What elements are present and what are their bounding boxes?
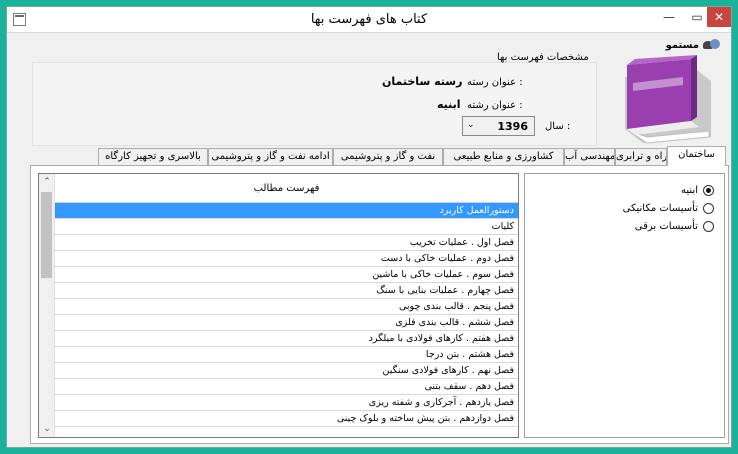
- category-tabs: ساختمان راه و ترابری مهندسی آب کشاورزی و…: [98, 146, 728, 166]
- radio-button[interactable]: [703, 220, 714, 232]
- close-button[interactable]: ✕: [707, 7, 731, 27]
- window-title: کتاب های فهرست بها: [310, 12, 428, 27]
- option-label: ابنیه: [681, 184, 698, 196]
- list-item[interactable]: فصل ششم . قالب بندی فلزی: [55, 315, 518, 331]
- tab-overhead-workshop[interactable]: بالاسری و تجهیز کارگاه: [98, 148, 208, 165]
- tab-roads[interactable]: راه و ترابری: [615, 148, 667, 165]
- tab-construction[interactable]: ساختمان: [667, 146, 726, 166]
- list-item[interactable]: کلیات: [55, 219, 518, 235]
- list-item[interactable]: فصل هفتم . کارهای فولادی با میلگرد: [55, 331, 518, 347]
- option-buildings[interactable]: ابنیه: [681, 182, 714, 198]
- book-icon: [625, 55, 711, 144]
- title-bar: کتاب های فهرست بها — ▭ ✕: [7, 7, 731, 33]
- contents-list[interactable]: ⌃ ⌄ فهرست مطالب دستورالعمل کاربرد کلیات فص…: [38, 173, 519, 438]
- year-value: 1396: [497, 120, 528, 133]
- radio-button[interactable]: [703, 202, 714, 214]
- list-item[interactable]: فصل اول . عملیات تخریب: [55, 235, 518, 251]
- option-electrical[interactable]: تأسیسات برقی: [635, 218, 714, 234]
- main-window: کتاب های فهرست بها — ▭ ✕ مستمو مشخصات فه…: [6, 6, 732, 448]
- year-label: سال :: [545, 121, 571, 132]
- radio-button[interactable]: [703, 184, 714, 196]
- option-label: تأسیسات مکانیکی: [622, 202, 698, 214]
- branch-value: ابنیه: [437, 98, 461, 111]
- scroll-thumb[interactable]: [41, 192, 52, 278]
- list-item[interactable]: فصل دوم . عملیات خاکی با دست: [55, 251, 518, 267]
- vertical-scrollbar[interactable]: ⌃ ⌄: [39, 174, 55, 437]
- option-label: تأسیسات برقی: [634, 220, 698, 232]
- option-mechanical[interactable]: تأسیسات مکانیکی: [623, 200, 714, 216]
- column-header[interactable]: فهرست مطالب: [55, 174, 518, 203]
- tab-water-engineering[interactable]: مهندسی آب: [564, 148, 615, 165]
- tab-agriculture[interactable]: کشاورزی و منابع طبیعی: [443, 148, 564, 165]
- list-item[interactable]: فصل یازدهم . آجرکاری و شفته ریزی: [55, 395, 518, 411]
- list-item[interactable]: فصل هشتم . بتن درجا: [55, 347, 518, 363]
- user-name: مستمو: [665, 39, 699, 51]
- field-value: رسته ساختمان: [382, 75, 463, 88]
- field-label: عنوان رسته :: [467, 77, 523, 88]
- users-icon: [703, 39, 721, 51]
- list-item[interactable]: فصل نهم . کارهای فولادی سنگین: [55, 363, 518, 379]
- year-dropdown[interactable]: ⌄ 1396: [462, 116, 535, 136]
- scroll-up-icon[interactable]: ⌃: [39, 174, 55, 190]
- tab-oil-gas[interactable]: نفت و گاز و پتروشیمی: [333, 148, 443, 165]
- category-options: ابنیه تأسیسات مکانیکی تأسیسات برقی: [524, 173, 725, 438]
- tab-oil-gas-continued[interactable]: ادامه نفت و گاز و پتروشیمی: [208, 148, 333, 165]
- list-item[interactable]: فصل پنجم . قالب بندی چوبی: [55, 299, 518, 315]
- contents-grid: فهرست مطالب دستورالعمل کاربرد کلیات فصل او…: [55, 174, 518, 427]
- list-item[interactable]: دستورالعمل کاربرد: [55, 203, 518, 219]
- branch-label: عنوان رشته :: [467, 100, 523, 111]
- list-item[interactable]: فصل چهارم . عملیات بنایی با سنگ: [55, 283, 518, 299]
- list-item[interactable]: فصل سوم . عملیات خاکی با ماشین: [55, 267, 518, 283]
- user-indicator: مستمو: [666, 37, 721, 53]
- list-item[interactable]: فصل دوازدهم . بتن پیش ساخته و بلوک چینی: [55, 411, 518, 427]
- chevron-down-icon[interactable]: ⌄: [467, 120, 475, 130]
- header-caption: مشخصات فهرست بها: [497, 52, 589, 63]
- tab-content: ⌃ ⌄ فهرست مطالب دستورالعمل کاربرد کلیات فص…: [30, 165, 729, 444]
- minimize-button[interactable]: —: [655, 7, 683, 27]
- scroll-down-icon[interactable]: ⌄: [39, 421, 55, 437]
- list-item[interactable]: فصل دهم . سقف بتنی: [55, 379, 518, 395]
